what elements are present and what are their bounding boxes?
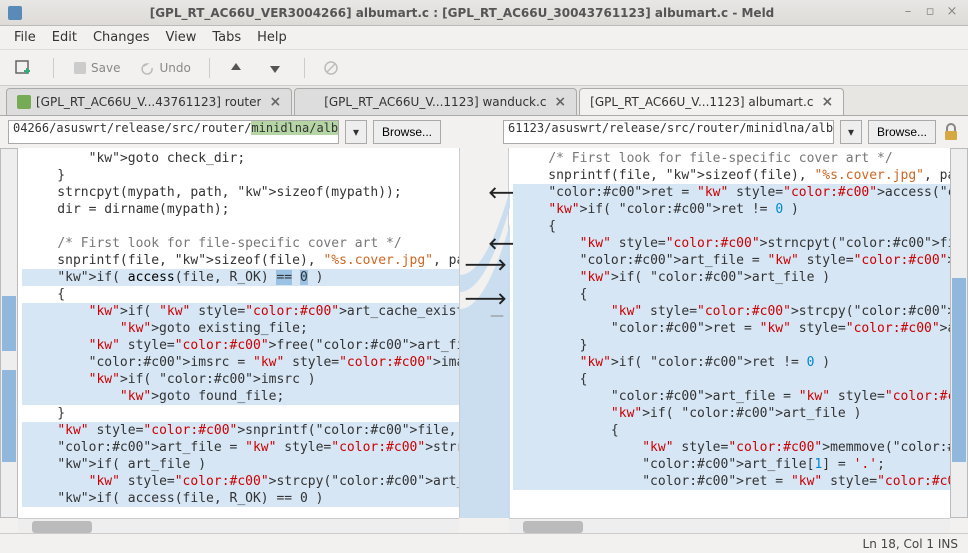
toolbar: Save Undo (0, 50, 968, 86)
code-line: } (513, 337, 950, 354)
diff-panes: "kw">goto check_dir; } strncpyt(mypath, … (0, 148, 968, 518)
tab-close-button[interactable]: × (821, 94, 833, 110)
new-comparison-button[interactable] (8, 57, 41, 79)
menubar: File Edit Changes View Tabs Help (0, 26, 968, 50)
stop-button (317, 58, 348, 78)
code-line: /* First look for file-specific cover ar… (22, 235, 459, 252)
code-line: "color:#c00">imsrc = "kw" style="color:#… (22, 354, 459, 371)
new-tab-icon (14, 59, 32, 77)
code-line: snprintf(file, "kw">sizeof(file), "%s.co… (513, 167, 950, 184)
code-line: snprintf(file, "kw">sizeof(file), "%s.co… (22, 252, 459, 269)
pathbar: 04266/asuswrt/release/src/router/minidln… (0, 116, 968, 148)
code-line: "kw" style="color:#c00">free("color:#c00… (22, 337, 459, 354)
code-line: "kw">if( art_file ) (22, 456, 459, 473)
left-scrollbar[interactable] (18, 518, 459, 534)
tab-close-button[interactable]: × (269, 94, 281, 110)
code-line: "kw">goto found_file; (22, 388, 459, 405)
left-pane[interactable]: "kw">goto check_dir; } strncpyt(mypath, … (18, 148, 459, 518)
prev-change-button[interactable] (222, 58, 253, 78)
tab-close-button[interactable]: × (554, 94, 566, 110)
code-line: "color:#c00">art_file = "kw" style="colo… (513, 252, 950, 269)
push-right-icon[interactable]: 🡒 (464, 254, 507, 274)
code-line: "kw" style="color:#c00">memmove("color:#… (513, 439, 950, 456)
code-line: "color:#c00">ret = "kw" style="color:#c0… (513, 184, 950, 201)
code-line: "kw">if( access(file, R_OK) == 0 ) (22, 269, 459, 286)
code-line: } (22, 405, 459, 422)
code-line: { (513, 371, 950, 388)
menu-tabs[interactable]: Tabs (204, 27, 249, 48)
menu-edit[interactable]: Edit (44, 27, 85, 48)
code-line: "kw" style="color:#c00">snprintf("color:… (22, 422, 459, 439)
undo-button[interactable]: Undo (134, 58, 196, 78)
code-line: "kw">goto existing_file; (22, 320, 459, 337)
close-button[interactable]: × (944, 5, 960, 21)
menu-changes[interactable]: Changes (85, 27, 158, 48)
menu-view[interactable]: View (158, 27, 205, 48)
code-line: "color:#c00">ret = "kw" style="color:#c0… (513, 473, 950, 490)
code-line: "color:#c00">art_file = "kw" style="colo… (22, 439, 459, 456)
code-line: strncpyt(mypath, path, "kw">sizeof(mypat… (22, 184, 459, 201)
code-line: "kw" style="color:#c00">strncpyt("color:… (513, 235, 950, 252)
code-line: "kw">if( access(file, R_OK) == 0 ) (22, 490, 459, 507)
code-line (22, 218, 459, 235)
file-icon (305, 95, 319, 109)
code-line: "color:#c00">ret = "kw" style="color:#c0… (513, 320, 950, 337)
code-line: "kw">goto check_dir; (22, 150, 459, 167)
statusbar: Ln 18, Col 1 INS (0, 533, 968, 553)
code-line: "color:#c00">art_file[1] = '.'; (513, 456, 950, 473)
maximize-button[interactable]: ▫ (922, 5, 938, 21)
menu-help[interactable]: Help (249, 27, 295, 48)
code-line: /* First look for file-specific cover ar… (513, 150, 950, 167)
code-line: { (513, 218, 950, 235)
save-button[interactable]: Save (66, 58, 126, 78)
left-browse-button[interactable]: Browse... (373, 120, 441, 144)
code-line: "kw">if( "color:#c00">imsrc ) (22, 371, 459, 388)
save-icon (72, 60, 88, 76)
code-line: "kw">if( "color:#c00">art_file ) (513, 269, 950, 286)
tab-wanduck[interactable]: [GPL_RT_AC66U_V...1123] wanduck.c × (294, 88, 577, 115)
left-overview[interactable] (0, 148, 18, 518)
menu-file[interactable]: File (6, 27, 44, 48)
left-path-dropdown[interactable]: ▾ (345, 120, 367, 144)
right-overview[interactable] (950, 148, 968, 518)
diff-gutter: 🡐 🡐 🡒 🡒 — (459, 148, 509, 518)
code-line: "kw" style="color:#c00">strcpy("color:#c… (22, 473, 459, 490)
tab-router[interactable]: [GPL_RT_AC66U_V...43761123] router × (6, 88, 292, 115)
right-browse-button[interactable]: Browse... (868, 120, 936, 144)
code-line: { (22, 286, 459, 303)
right-path-input[interactable]: 61123/asuswrt/release/src/router/minidln… (503, 120, 834, 144)
arrow-down-icon (267, 60, 283, 76)
code-line: { (513, 422, 950, 439)
undo-icon (140, 60, 156, 76)
tab-albumart[interactable]: [GPL_RT_AC66U_V...1123] albumart.c × (579, 88, 844, 115)
code-line: "kw">if( "kw" style="color:#c00">art_cac… (22, 303, 459, 320)
right-pane[interactable]: /* First look for file-specific cover ar… (509, 148, 950, 518)
cursor-position: Ln 18, Col 1 INS (863, 537, 958, 551)
left-path-input[interactable]: 04266/asuswrt/release/src/router/minidln… (8, 120, 339, 144)
code-line: "kw">if( "color:#c00">ret != 0 ) (513, 354, 950, 371)
app-icon (8, 6, 22, 20)
titlebar: [GPL_RT_AC66U_VER3004266] albumart.c : [… (0, 0, 968, 26)
stop-icon (323, 60, 339, 76)
code-line: "kw">if( "color:#c00">art_file ) (513, 405, 950, 422)
window-title: [GPL_RT_AC66U_VER3004266] albumart.c : [… (30, 6, 894, 20)
code-line: "kw">if( "color:#c00">ret != 0 ) (513, 201, 950, 218)
right-path-dropdown[interactable]: ▾ (840, 120, 862, 144)
folder-icon (17, 95, 31, 109)
next-change-button[interactable] (261, 58, 292, 78)
lock-icon[interactable] (942, 123, 960, 141)
code-line: } (22, 167, 459, 184)
push-right-icon[interactable]: 🡒 (464, 288, 507, 308)
code-line: "kw" style="color:#c00">strcpy("color:#c… (513, 303, 950, 320)
code-line: "color:#c00">art_file = "kw" style="colo… (513, 388, 950, 405)
arrow-up-icon (228, 60, 244, 76)
collapse-icon[interactable]: — (490, 308, 504, 324)
code-line: { (513, 286, 950, 303)
code-line: dir = dirname(mypath); (22, 201, 459, 218)
right-scrollbar[interactable] (509, 518, 950, 534)
tabbar: [GPL_RT_AC66U_V...43761123] router × [GP… (0, 86, 968, 116)
minimize-button[interactable]: – (900, 5, 916, 21)
